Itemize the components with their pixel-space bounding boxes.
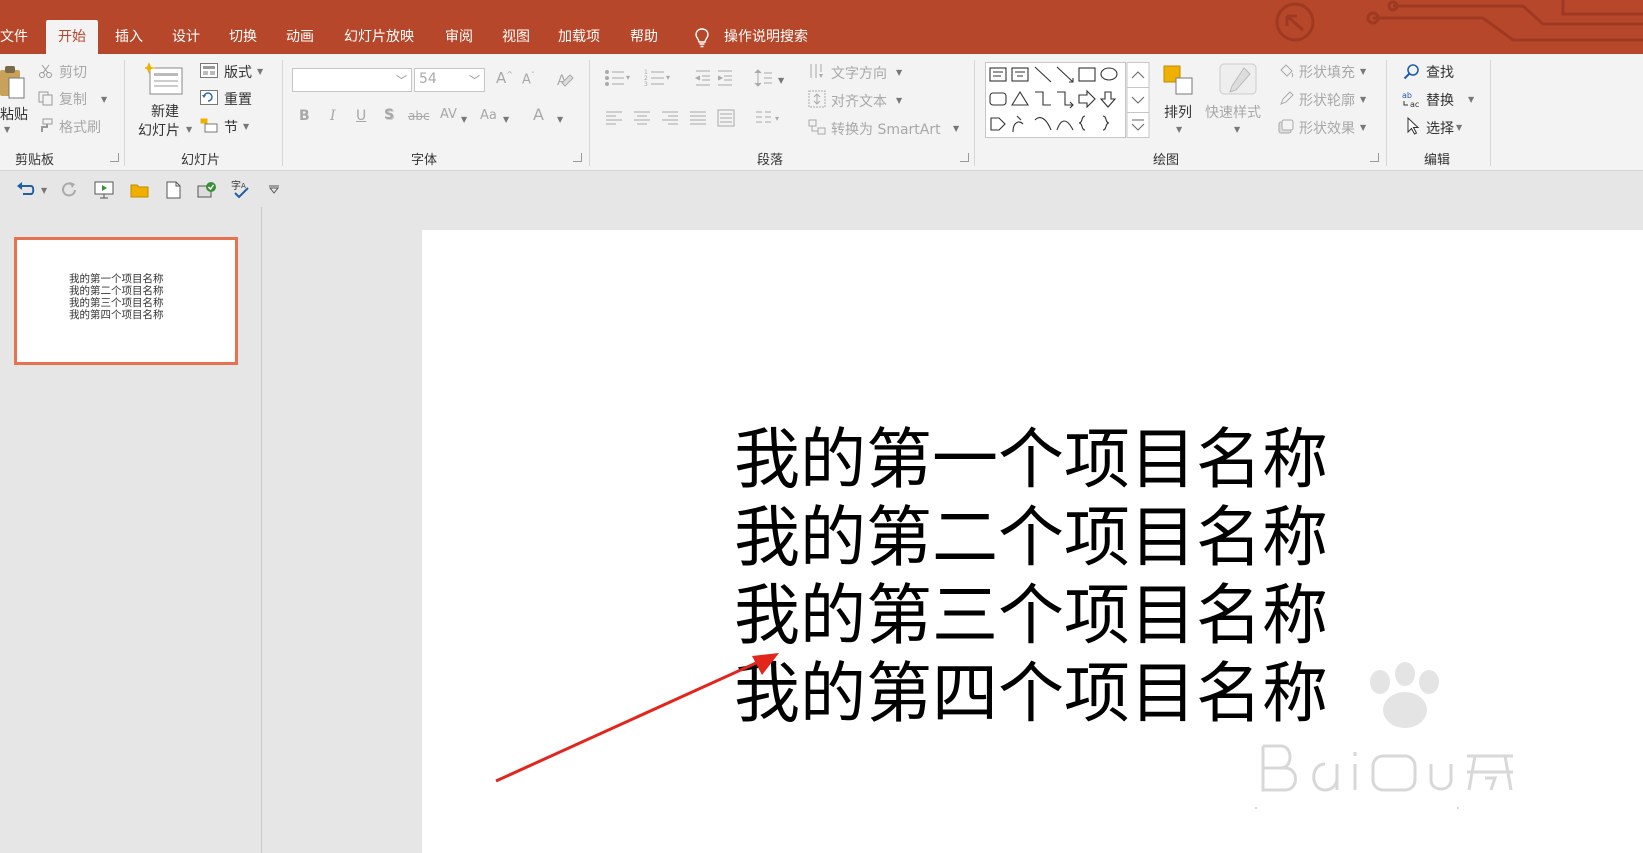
- paw-watermark-icon: [1255, 662, 1555, 809]
